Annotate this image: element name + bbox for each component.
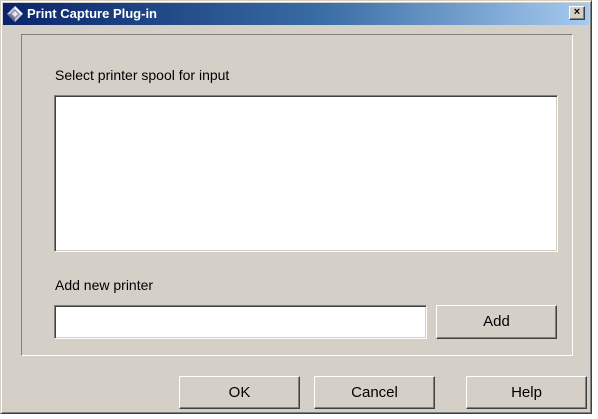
new-printer-input[interactable] — [54, 305, 427, 339]
title-bar[interactable]: Print Capture Plug-in × — [3, 3, 589, 25]
ok-button[interactable]: OK — [179, 376, 300, 409]
help-button[interactable]: Help — [466, 376, 587, 409]
new-printer-label: Add new printer — [55, 277, 154, 293]
window-title: Print Capture Plug-in — [27, 6, 157, 21]
printer-spool-list[interactable] — [54, 95, 558, 252]
app-diamond-icon — [7, 6, 23, 22]
spool-label: Select printer spool for input — [55, 67, 230, 83]
add-button[interactable]: Add — [436, 305, 557, 339]
cancel-button[interactable]: Cancel — [314, 376, 435, 409]
close-button[interactable]: × — [569, 6, 585, 20]
print-capture-dialog: Print Capture Plug-in × Select printer s… — [0, 0, 592, 414]
